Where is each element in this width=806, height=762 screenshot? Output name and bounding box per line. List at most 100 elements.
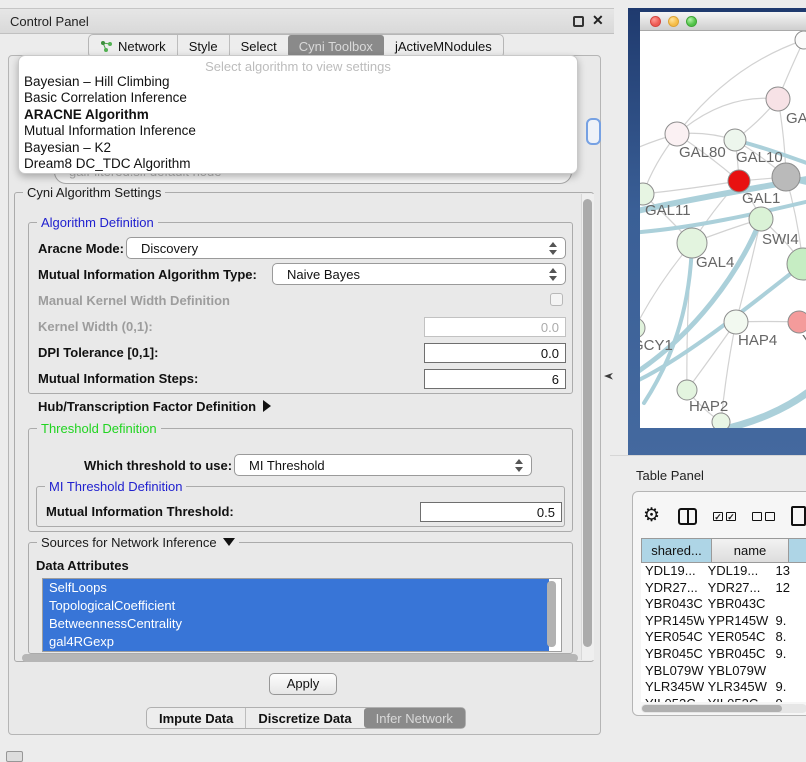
select-all-icon[interactable]: ✓✓ [713, 512, 736, 521]
tab-cyni-toolbox[interactable]: Cyni Toolbox [288, 35, 384, 57]
kernel-width-label: Kernel Width (0,1): [38, 319, 153, 334]
mi-steps-field[interactable]: 6 [424, 369, 566, 389]
aracne-mode-label: Aracne Mode: [38, 241, 124, 256]
table-row[interactable]: YLR345WYLR345W9. [641, 679, 806, 696]
network-node-gcy1[interactable] [640, 318, 645, 338]
export-table-icon[interactable] [791, 506, 806, 526]
table-hscrollbar-track[interactable] [641, 704, 806, 713]
network-node-gal80[interactable] [665, 122, 689, 146]
attribute-item-selected[interactable]: SelfLoops [43, 579, 549, 597]
tab-network[interactable]: Network [89, 35, 177, 57]
table-cell: YDL19... [704, 563, 772, 580]
table-cell: 13 [772, 563, 806, 580]
column-header[interactable]: name [712, 538, 789, 563]
manual-kernel-checkbox[interactable] [550, 293, 563, 306]
table-hscrollbar-thumb[interactable] [642, 705, 782, 712]
bottom-tab-infer-network[interactable]: Infer Network [364, 708, 465, 728]
node-label: HAP4 [738, 332, 777, 349]
tab-style[interactable]: Style [177, 35, 229, 57]
table-cell: 12 [772, 580, 806, 597]
table-cell: YBR043C [641, 596, 704, 613]
dpi-tolerance-label: DPI Tolerance [0,1]: [38, 345, 158, 360]
network-node-hap4[interactable] [724, 310, 748, 334]
table-row[interactable]: YDR27...YDR27...12 [641, 580, 806, 597]
close-panel-icon[interactable]: ✕ [592, 12, 604, 29]
network-node-gal1[interactable] [728, 170, 750, 192]
bottom-tabs: Impute DataDiscretize DataInfer Network [146, 707, 466, 729]
algorithm-option[interactable]: Bayesian – Hill Climbing [19, 74, 577, 90]
table-row[interactable]: YER054CYER054C8. [641, 629, 806, 646]
attribute-item-selected[interactable]: gal4RGexp [43, 633, 549, 651]
algorithm-option[interactable]: Mutual Information Inference [19, 123, 577, 139]
algorithm-option-list: Bayesian – Hill ClimbingBasic Correlatio… [19, 74, 577, 172]
network-canvas[interactable]: GALGAL80GAL10GAL1GAL11SWI4GAL4GCY1HAP4YH… [640, 31, 806, 428]
kernel-width-field[interactable]: 0.0 [424, 317, 566, 337]
table-row[interactable]: YBL079WYBL079W [641, 663, 806, 680]
close-window-button[interactable] [650, 16, 661, 27]
table-cell: YBR045C [641, 646, 704, 663]
tab-label: Network [118, 39, 166, 54]
table-row[interactable]: YPR145WYPR145W9. [641, 613, 806, 630]
data-attributes-label: Data Attributes [36, 558, 129, 573]
settings-hscrollbar-thumb[interactable] [22, 654, 578, 662]
tab-jactivemnodules[interactable]: jActiveMNodules [384, 35, 503, 57]
minimize-window-button[interactable] [668, 16, 679, 27]
network-window-titlebar[interactable] [640, 12, 806, 31]
float-panel-icon[interactable] [573, 16, 584, 27]
tab-label: Style [189, 39, 218, 54]
table-row[interactable]: YBR043CYBR043C [641, 596, 806, 613]
combo-spinner-icon [549, 242, 558, 255]
node-label: GAL1 [742, 190, 780, 207]
expand-right-icon [263, 400, 271, 412]
attribute-item-selected[interactable]: TopologicalCoefficient [43, 597, 549, 615]
network-node-swi4[interactable] [749, 207, 773, 231]
aracne-mode-combo[interactable]: Discovery [126, 237, 566, 259]
zoom-window-button[interactable] [686, 16, 697, 27]
mi-algorithm-type-combo[interactable]: Naive Bayes [272, 263, 566, 285]
mi-threshold-group-title: MI Threshold Definition [45, 479, 186, 494]
hub-definition-toggle[interactable]: Hub/Transcription Factor Definition [38, 399, 271, 414]
table-panel-title: Table Panel [636, 468, 704, 483]
network-node[interactable] [795, 31, 806, 49]
network-node[interactable] [772, 163, 800, 191]
deselect-all-icon[interactable] [752, 512, 775, 521]
network-node-hap2[interactable] [677, 380, 697, 400]
tab-label: Select [241, 39, 277, 54]
panel-title: Control Panel [10, 14, 89, 29]
table-row[interactable]: YBR045CYBR045C9. [641, 646, 806, 663]
bottom-tab-impute-data[interactable]: Impute Data [147, 708, 245, 728]
table-row[interactable]: YIL052CYIL052C9 [641, 696, 806, 702]
network-node-gal10[interactable] [724, 129, 746, 151]
column-header[interactable]: shared... [641, 538, 712, 563]
sources-group-title: Sources for Network Inference [37, 535, 239, 550]
apply-button[interactable]: Apply [269, 673, 337, 695]
tab-select[interactable]: Select [229, 35, 288, 57]
data-attributes-list[interactable]: SelfLoopsTopologicalCoefficientBetweenne… [42, 578, 562, 652]
network-node-gal[interactable] [766, 87, 790, 111]
table-cell: YBL079W [704, 663, 772, 680]
node-label: GAL10 [736, 149, 783, 166]
dpi-tolerance-field[interactable]: 0.0 [424, 343, 566, 363]
column-header[interactable] [789, 538, 806, 563]
docked-panel-icon[interactable] [6, 751, 23, 762]
settings-vscrollbar-thumb[interactable] [583, 199, 592, 647]
table-cell: YER054C [641, 629, 704, 646]
gear-icon[interactable]: ⚙ [643, 506, 660, 526]
node-label: GAL [786, 110, 806, 127]
algorithm-option[interactable]: Dream8 DC_TDC Algorithm [19, 156, 577, 172]
algorithm-option[interactable]: ARACNE Algorithm [19, 107, 577, 123]
table-row[interactable]: YDL19...YDL19...13 [641, 563, 806, 580]
network-node-y[interactable] [788, 311, 806, 333]
which-threshold-combo[interactable]: MI Threshold [234, 454, 532, 476]
split-columns-icon[interactable] [678, 508, 697, 525]
algorithm-option[interactable]: Bayesian – K2 [19, 140, 577, 156]
attribute-item-selected[interactable]: BetweennessCentrality [43, 615, 549, 633]
attributes-vscrollbar-thumb[interactable] [547, 581, 556, 647]
bottom-tab-discretize-data[interactable]: Discretize Data [245, 708, 363, 728]
table-cell: YLR345W [704, 679, 772, 696]
table-panel: Table Panel ⚙ ✓✓ shared...name YDL19...Y… [610, 455, 806, 762]
algorithm-option[interactable]: Basic Correlation Inference [19, 90, 577, 106]
mi-threshold-field[interactable]: 0.5 [420, 502, 562, 522]
network-view-window[interactable]: GALGAL80GAL10GAL1GAL11SWI4GAL4GCY1HAP4YH… [628, 8, 806, 458]
network-node[interactable] [712, 413, 730, 428]
